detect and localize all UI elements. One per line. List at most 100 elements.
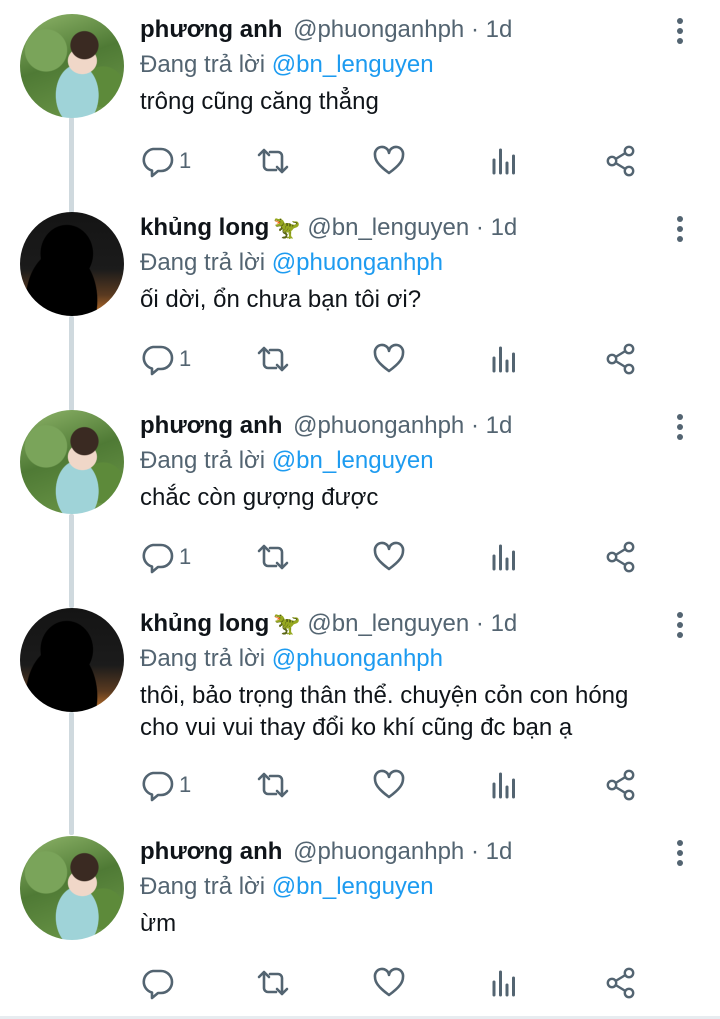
tweet-action-bar: 1 xyxy=(140,768,640,802)
replying-to-label: Đang trả lời xyxy=(140,249,266,276)
tweet-text-line: ối dời, ổn chưa bạn tôi ơi? xyxy=(140,286,422,313)
user-handle[interactable]: @phuonganhph xyxy=(293,16,464,43)
timestamp[interactable]: 1d xyxy=(486,16,513,43)
dinosaur-emoji: 🦖 xyxy=(273,611,301,636)
retweet-button[interactable] xyxy=(256,144,290,178)
more-vertical-icon-dot xyxy=(677,38,683,44)
reply-icon xyxy=(142,969,174,1000)
like-button[interactable] xyxy=(372,966,406,1000)
avatar[interactable] xyxy=(20,212,124,316)
replying-to-label: Đang trả lời xyxy=(140,447,266,474)
reply-button[interactable]: 1 xyxy=(140,144,191,178)
avatar[interactable] xyxy=(20,14,124,118)
display-name[interactable]: khủng long xyxy=(140,214,269,241)
more-options-button[interactable] xyxy=(674,414,686,444)
display-name[interactable]: phương anh xyxy=(140,838,282,865)
retweet-icon xyxy=(257,544,289,570)
separator-dot: · xyxy=(470,16,479,43)
share-button[interactable] xyxy=(604,768,638,802)
more-vertical-icon-dot xyxy=(677,236,683,242)
more-vertical-icon-dot xyxy=(677,28,683,34)
reply-button[interactable]: 1 xyxy=(140,342,191,376)
more-vertical-icon xyxy=(677,18,683,24)
tweet-header: khủng long 🦖 @bn_lenguyen · 1d xyxy=(140,212,660,244)
reply-button[interactable]: 1 xyxy=(140,540,191,574)
tweet-text-line: chắc còn gượng được xyxy=(140,484,379,511)
user-handle[interactable]: @phuonganhph xyxy=(293,412,464,439)
replying-to-label: Đang trả lời xyxy=(140,51,266,78)
tweet-text-line: trông cũng căng thẳng xyxy=(140,88,379,115)
more-options-button[interactable] xyxy=(674,18,686,48)
separator-dot: · xyxy=(475,610,484,637)
more-vertical-icon-dot xyxy=(677,632,683,638)
like-button[interactable] xyxy=(372,540,406,574)
more-vertical-icon xyxy=(677,216,683,222)
reply-button[interactable] xyxy=(140,966,179,1000)
views-button[interactable] xyxy=(488,144,522,178)
views-button[interactable] xyxy=(488,342,522,376)
tweet-text-line: ừm xyxy=(140,910,177,937)
replying-to-mention[interactable]: @bn_lenguyen xyxy=(272,873,434,900)
retweet-button[interactable] xyxy=(256,966,290,1000)
share-button[interactable] xyxy=(604,540,638,574)
avatar[interactable] xyxy=(20,608,124,712)
analytics-icon xyxy=(492,772,515,799)
analytics-icon xyxy=(492,544,515,571)
share-button[interactable] xyxy=(604,144,638,178)
display-name[interactable]: phương anh xyxy=(140,16,282,43)
timestamp[interactable]: 1d xyxy=(486,412,513,439)
reply-icon xyxy=(142,147,174,178)
tweet-text: trông cũng căng thẳng xyxy=(140,86,660,118)
more-options-button[interactable] xyxy=(674,840,686,870)
more-options-button[interactable] xyxy=(674,216,686,246)
heart-icon xyxy=(373,541,405,571)
share-icon xyxy=(606,541,635,573)
avatar[interactable] xyxy=(20,836,124,940)
more-options-button[interactable] xyxy=(674,612,686,642)
tweet-header: phương anh @phuonganhph · 1d xyxy=(140,836,660,868)
share-button[interactable] xyxy=(604,342,638,376)
analytics-icon xyxy=(492,970,515,997)
tweet-header: phương anh @phuonganhph · 1d xyxy=(140,410,660,442)
tweet-action-bar: 1 xyxy=(140,144,640,178)
replying-to-mention[interactable]: @bn_lenguyen xyxy=(272,447,434,474)
replying-to-mention[interactable]: @phuonganhph xyxy=(272,249,443,276)
retweet-button[interactable] xyxy=(256,342,290,376)
replying-to-line: Đang trả lời @bn_lenguyen xyxy=(140,445,660,477)
reply-count: 1 xyxy=(179,772,192,797)
more-vertical-icon-dot xyxy=(677,850,683,856)
timestamp[interactable]: 1d xyxy=(491,214,518,241)
more-vertical-icon-dot xyxy=(677,226,683,232)
retweet-icon xyxy=(257,346,289,372)
timestamp[interactable]: 1d xyxy=(491,610,518,637)
more-vertical-icon-dot xyxy=(677,434,683,440)
separator-dot: · xyxy=(470,412,479,439)
like-button[interactable] xyxy=(372,144,406,178)
display-name[interactable]: phương anh xyxy=(140,412,282,439)
replying-to-label: Đang trả lời xyxy=(140,873,266,900)
timestamp[interactable]: 1d xyxy=(486,838,513,865)
views-button[interactable] xyxy=(488,768,522,802)
retweet-icon xyxy=(257,970,289,996)
reply-thread: phương anh @phuonganhph · 1d Đang trả lờ… xyxy=(0,0,720,1019)
retweet-button[interactable] xyxy=(256,540,290,574)
user-handle[interactable]: @bn_lenguyen xyxy=(307,610,469,637)
views-button[interactable] xyxy=(488,540,522,574)
share-button[interactable] xyxy=(604,966,638,1000)
retweet-button[interactable] xyxy=(256,768,290,802)
views-button[interactable] xyxy=(488,966,522,1000)
user-handle[interactable]: @phuonganhph xyxy=(293,838,464,865)
user-handle[interactable]: @bn_lenguyen xyxy=(307,214,469,241)
replying-to-line: Đang trả lời @phuonganhph xyxy=(140,247,660,279)
retweet-icon xyxy=(257,148,289,174)
tweet-text: thôi, bảo trọng thân thể. chuyện cỏn con… xyxy=(140,680,660,744)
replying-to-mention[interactable]: @bn_lenguyen xyxy=(272,51,434,78)
replying-to-mention[interactable]: @phuonganhph xyxy=(272,645,443,672)
avatar[interactable] xyxy=(20,410,124,514)
like-button[interactable] xyxy=(372,768,406,802)
share-icon xyxy=(606,145,635,177)
reply-button[interactable]: 1 xyxy=(140,768,191,802)
display-name[interactable]: khủng long xyxy=(140,610,269,637)
replying-to-line: Đang trả lời @phuonganhph xyxy=(140,643,660,675)
like-button[interactable] xyxy=(372,342,406,376)
